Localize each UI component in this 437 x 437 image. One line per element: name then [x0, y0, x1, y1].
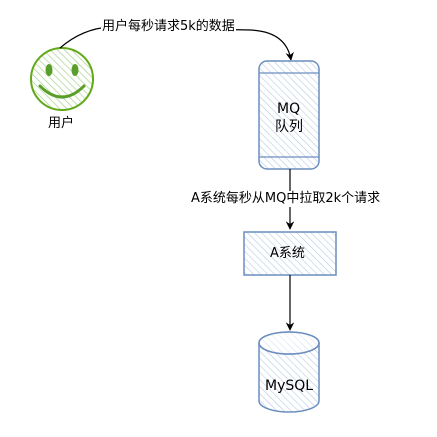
system-a-label: A系统: [270, 246, 305, 261]
diagram-canvas: 用户每秒请求5k的数据 用户 MQ 队列 A系统每秒从MQ中拉取2k个请求 A系…: [0, 0, 437, 433]
user-label: 用户: [48, 116, 75, 131]
mq-label-line2: 队列: [275, 119, 303, 135]
edge-user-to-mq-label: 用户每秒请求5k的数据: [101, 19, 236, 35]
mq-label-line1: MQ: [277, 101, 301, 117]
database-label: MySQL: [265, 378, 314, 394]
database-cylinder-icon: [258, 331, 320, 413]
diagram-svg: [30, 26, 337, 413]
user-smiley-icon: [30, 47, 94, 111]
edge-mq-to-system-label: A系统每秒从MQ中拉取2k个请求: [190, 191, 382, 207]
